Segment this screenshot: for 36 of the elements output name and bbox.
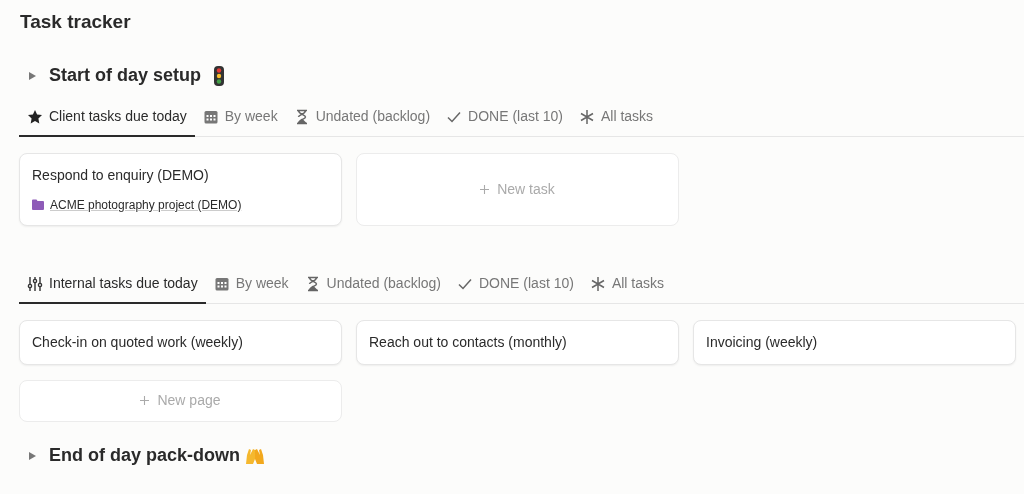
task-card[interactable]: Respond to enquiry (DEMO) ACME photography project (DEMO) xyxy=(19,152,342,226)
asterisk-icon xyxy=(579,108,595,125)
task-title: Invoicing (weekly) xyxy=(706,332,819,352)
view-tab[interactable]: Undated (backlog) xyxy=(285,98,439,137)
view-tab[interactable]: Undated (backlog) xyxy=(296,265,449,304)
project-link[interactable]: ACME photography project (DEMO) xyxy=(50,195,242,214)
view-tab[interactable]: DONE (last 10) xyxy=(438,98,571,137)
new-item-button[interactable]: New page xyxy=(19,379,342,422)
task-card[interactable]: Check-in on quoted work (weekly) xyxy=(19,319,342,365)
task-title: Respond to enquiry (DEMO) xyxy=(32,165,210,185)
task-card[interactable]: Invoicing (weekly) xyxy=(693,319,1016,365)
plus-icon xyxy=(140,396,150,405)
toggle-heading: End of day pack-down xyxy=(49,444,240,467)
calendar-icon xyxy=(213,275,230,292)
view-tab[interactable]: By week xyxy=(194,98,286,137)
page-title: Task tracker xyxy=(20,10,132,34)
sliders-icon xyxy=(27,275,43,292)
asterisk-icon xyxy=(589,275,606,292)
view-tab[interactable]: DONE (last 10) xyxy=(449,265,582,304)
folder-icon xyxy=(32,199,44,210)
toggle-triangle-icon[interactable] xyxy=(27,450,37,461)
task-title: Reach out to contacts (monthly) xyxy=(369,332,568,352)
plus-icon xyxy=(480,184,490,194)
new-item-button[interactable]: New task xyxy=(356,152,679,226)
view-tab[interactable]: Client tasks due today xyxy=(19,98,195,137)
calendar-icon xyxy=(202,108,219,125)
toggle-triangle-icon[interactable] xyxy=(27,70,37,81)
traffic-light-icon xyxy=(213,65,226,86)
view-tab[interactable]: All tasks xyxy=(581,265,673,304)
star-icon xyxy=(27,108,43,125)
toggle-heading: Start of day setup xyxy=(49,64,202,87)
view-tab[interactable]: Internal tasks due today xyxy=(19,265,206,304)
view-tab[interactable]: All tasks xyxy=(571,98,662,137)
task-title: Check-in on quoted work (weekly) xyxy=(32,332,244,352)
view-tab[interactable]: By week xyxy=(205,265,297,304)
task-card[interactable]: Reach out to contacts (monthly) xyxy=(356,319,679,365)
